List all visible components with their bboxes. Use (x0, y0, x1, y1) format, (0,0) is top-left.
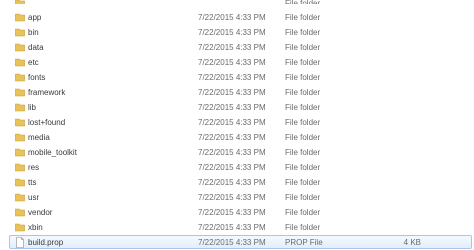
file-name: lib (28, 103, 37, 112)
folder-icon (15, 222, 25, 232)
file-date: 7/22/2015 4:33 PM (198, 178, 266, 187)
folder-icon (15, 177, 25, 187)
file-type: File folder (285, 148, 321, 157)
folder-icon (15, 207, 25, 217)
folder-row-vendor[interactable]: vendor 7/22/2015 4:33 PM File folder (0, 206, 474, 220)
file-date: 7/22/2015 4:33 PM (198, 133, 266, 142)
file-name: lost+found (28, 118, 66, 127)
folder-icon (15, 102, 25, 112)
folder-icon (15, 147, 25, 157)
file-type: File folder (285, 0, 320, 4)
file-name: mobile_toolkit (28, 148, 77, 157)
folder-icon (15, 0, 25, 4)
file-type: File folder (285, 73, 321, 82)
file-date: 7/22/2015 4:33 PM (198, 148, 266, 157)
file-date: 7/22/2015 4:33 PM (198, 58, 266, 67)
file-type: File folder (285, 133, 321, 142)
file-type: File folder (285, 103, 321, 112)
folder-row-mobile-toolkit[interactable]: mobile_toolkit 7/22/2015 4:33 PM File fo… (0, 146, 474, 160)
folder-row-res[interactable]: res 7/22/2015 4:33 PM File folder (0, 161, 474, 175)
file-date: 7/22/2015 4:33 PM (198, 118, 266, 127)
folder-row-etc[interactable]: etc 7/22/2015 4:33 PM File folder (0, 56, 474, 70)
folder-icon (15, 27, 25, 37)
folder-row-bin[interactable]: bin 7/22/2015 4:33 PM File folder (0, 26, 474, 40)
file-type: File folder (285, 193, 321, 202)
folder-icon (15, 117, 25, 127)
folder-row-tts[interactable]: tts 7/22/2015 4:33 PM File folder (0, 176, 474, 190)
file-list: File folder app 7/22/2015 4:33 PM File f… (0, 0, 474, 249)
folder-row-media[interactable]: media 7/22/2015 4:33 PM File folder (0, 131, 474, 145)
folder-icon (15, 132, 25, 142)
folder-icon (15, 72, 25, 82)
file-date: 7/22/2015 4:33 PM (198, 73, 266, 82)
file-type: PROP File (285, 238, 323, 247)
file-type: File folder (285, 118, 321, 127)
folder-row-framework[interactable]: framework 7/22/2015 4:33 PM File folder (0, 86, 474, 100)
file-type: File folder (285, 58, 321, 67)
folder-row-data[interactable]: data 7/22/2015 4:33 PM File folder (0, 41, 474, 55)
folder-icon (15, 42, 25, 52)
file-row-partial[interactable]: File folder (0, 0, 474, 4)
file-date: 7/22/2015 4:33 PM (198, 13, 266, 22)
file-name: xbin (28, 223, 43, 232)
file-date: 7/22/2015 4:33 PM (198, 223, 266, 232)
file-name: media (28, 133, 50, 142)
folder-row-app[interactable]: app 7/22/2015 4:33 PM File folder (0, 11, 474, 25)
folder-icon (15, 12, 25, 22)
folder-row-usr[interactable]: usr 7/22/2015 4:33 PM File folder (0, 191, 474, 205)
file-date: 7/22/2015 4:33 PM (198, 43, 266, 52)
file-name: data (28, 43, 44, 52)
file-type: File folder (285, 178, 321, 187)
file-type: File folder (285, 223, 321, 232)
file-date: 7/22/2015 4:33 PM (198, 238, 266, 247)
folder-row-lib[interactable]: lib 7/22/2015 4:33 PM File folder (0, 101, 474, 115)
file-type: File folder (285, 43, 321, 52)
folder-row-lost-found[interactable]: lost+found 7/22/2015 4:33 PM File folder (0, 116, 474, 130)
folder-icon (15, 162, 25, 172)
file-date: 7/22/2015 4:33 PM (198, 163, 266, 172)
folder-icon (15, 87, 25, 97)
file-name: vendor (28, 208, 53, 217)
file-type: File folder (285, 28, 321, 37)
file-date: 7/22/2015 4:33 PM (198, 208, 266, 217)
file-date: 7/22/2015 4:33 PM (198, 193, 266, 202)
file-name: bin (28, 28, 39, 37)
folder-row-fonts[interactable]: fonts 7/22/2015 4:33 PM File folder (0, 71, 474, 85)
file-name: build.prop (28, 238, 64, 247)
file-date: 7/22/2015 4:33 PM (198, 28, 266, 37)
file-type: File folder (285, 163, 321, 172)
file-name: res (28, 163, 40, 172)
file-name: fonts (28, 73, 46, 82)
file-date: 7/22/2015 4:33 PM (198, 88, 266, 97)
file-name: tts (28, 178, 37, 187)
file-type: File folder (285, 13, 321, 22)
folder-icon (15, 57, 25, 67)
file-icon (15, 237, 25, 248)
file-name: etc (28, 58, 39, 67)
file-name: app (28, 13, 42, 22)
file-type: File folder (285, 88, 321, 97)
file-size: 4 KB (403, 238, 421, 247)
file-date: 7/22/2015 4:33 PM (198, 103, 266, 112)
file-name: framework (28, 88, 66, 97)
folder-row-xbin[interactable]: xbin 7/22/2015 4:33 PM File folder (0, 221, 474, 235)
file-type: File folder (285, 208, 321, 217)
file-row-build-prop[interactable]: build.prop 7/22/2015 4:33 PM PROP File 4… (9, 235, 472, 249)
file-name: usr (28, 193, 40, 202)
folder-icon (15, 192, 25, 202)
